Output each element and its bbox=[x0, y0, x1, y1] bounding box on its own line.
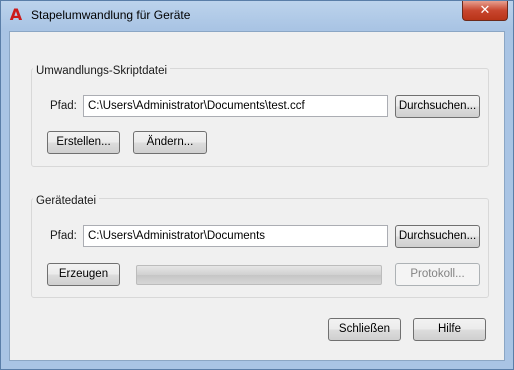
script-browse-button[interactable]: Durchsuchen... bbox=[395, 95, 480, 118]
title-bar[interactable]: A Stapelumwandlung für Geräte ✕ bbox=[1, 1, 513, 29]
device-path-label: Pfad: bbox=[50, 230, 77, 242]
device-path-input[interactable]: C:\Users\Administrator\Documents bbox=[83, 225, 388, 247]
close-window-button[interactable]: ✕ bbox=[462, 1, 508, 21]
generate-button[interactable]: Erzeugen bbox=[47, 263, 120, 286]
protocol-button[interactable]: Protokoll... bbox=[395, 263, 480, 286]
close-icon: ✕ bbox=[479, 2, 491, 17]
dialog-client-area: Umwandlungs-Skriptdatei Pfad: C:\Users\A… bbox=[9, 31, 505, 361]
close-button[interactable]: Schließen bbox=[328, 318, 401, 341]
device-browse-button[interactable]: Durchsuchen... bbox=[395, 225, 480, 248]
autocad-app-icon: A bbox=[9, 5, 23, 24]
script-path-label: Pfad: bbox=[50, 100, 77, 112]
help-button[interactable]: Hilfe bbox=[413, 318, 486, 341]
conversion-progress-bar bbox=[136, 265, 382, 285]
dialog-window: A Stapelumwandlung für Geräte ✕ Umwandlu… bbox=[0, 0, 514, 370]
script-file-group-title: Umwandlungs-Skriptdatei bbox=[33, 65, 171, 77]
script-file-group: Umwandlungs-Skriptdatei Pfad: C:\Users\A… bbox=[31, 65, 489, 167]
window-title: Stapelumwandlung für Geräte bbox=[31, 8, 191, 22]
create-button[interactable]: Erstellen... bbox=[47, 131, 120, 154]
modify-button[interactable]: Ändern... bbox=[133, 131, 207, 154]
device-file-group: Gerätedatei Pfad: C:\Users\Administrator… bbox=[31, 195, 489, 298]
device-file-group-title: Gerätedatei bbox=[33, 195, 100, 207]
script-path-input[interactable]: C:\Users\Administrator\Documents\test.cc… bbox=[83, 95, 388, 117]
